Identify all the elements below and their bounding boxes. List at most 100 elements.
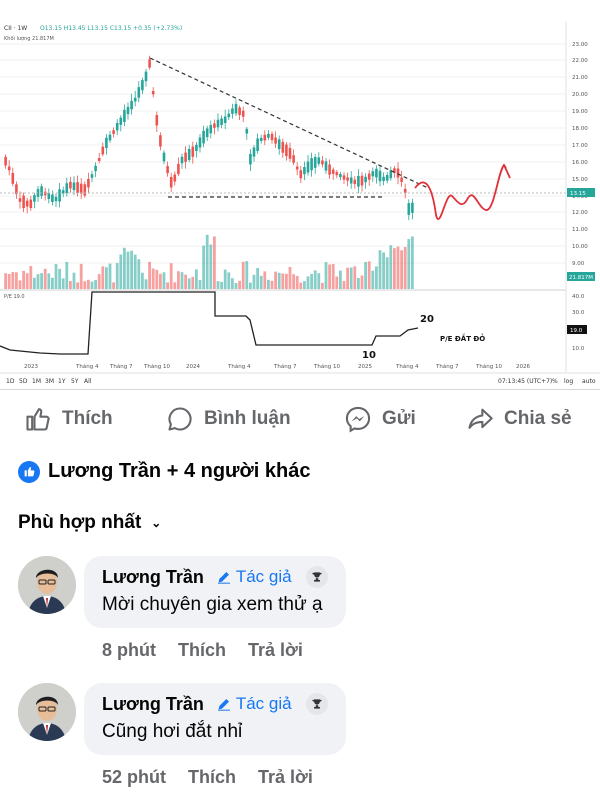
candle-body [324, 161, 328, 171]
volume-bar [169, 263, 173, 289]
candle-body [51, 194, 54, 203]
comment-author[interactable]: Lương Trần [102, 694, 204, 715]
volume-bar [234, 282, 238, 289]
candle-body [342, 175, 346, 180]
volume-bar [256, 268, 259, 289]
candle-body [202, 130, 205, 144]
candle-body [299, 170, 303, 179]
comment-item: Lương Trần Tác giả Cũng hơi đắt nhỉ 52 p… [18, 683, 598, 793]
candle-body [234, 103, 238, 114]
comment-author[interactable]: Lương Trần [102, 567, 204, 588]
candle-body [335, 172, 339, 176]
candle-body [184, 152, 187, 162]
chart-setting-button[interactable]: log [564, 378, 573, 385]
like-button[interactable]: Thích [24, 398, 113, 440]
volume-bar [126, 251, 130, 289]
timeframe-button[interactable]: 5D [19, 378, 28, 385]
timeframe-button[interactable]: 3M [45, 378, 54, 385]
chart-symbol: CII · 1W [4, 25, 27, 32]
candle-body [22, 195, 25, 209]
candle-body [259, 137, 263, 141]
chart-ohlc: O13.15 H13.45 L13.15 C13.15 +0.35 (+2.73… [40, 25, 182, 32]
pe-annotation-20: 20 [420, 314, 434, 325]
avatar[interactable] [18, 556, 76, 614]
stock-chart[interactable]: CII · 1W O13.15 H13.45 L13.15 C13.15 +0.… [0, 0, 600, 390]
volume-bar [202, 245, 205, 289]
comment-button[interactable]: Bình luận [166, 398, 291, 440]
timeframe-button[interactable]: 1D [6, 378, 15, 385]
candle-body [292, 155, 295, 163]
candle-body [385, 175, 389, 181]
timeframe-button[interactable]: 1M [32, 378, 41, 385]
comment-time[interactable]: 52 phút [102, 767, 166, 788]
volume-bar [277, 272, 281, 289]
chart-setting-button[interactable]: 07:13:45 (UTC+7) [498, 378, 552, 385]
comment-reply-button[interactable]: Trả lời [248, 640, 303, 661]
volume-bar [65, 261, 69, 289]
candle-body [223, 116, 227, 123]
volume-bar [54, 264, 58, 289]
share-button[interactable]: Chia sẻ [466, 398, 572, 440]
x-tick-label: Tháng 10 [143, 363, 170, 370]
candle-body [112, 130, 115, 134]
reaction-summary[interactable]: Lương Trần + 4 người khác [18, 460, 310, 483]
volume-bar [375, 266, 378, 289]
send-label: Gửi [382, 408, 416, 429]
comment-item: Lương Trần Tác giả Mời chuyên gia xem th… [18, 556, 598, 666]
current-volume-tag: 21.817M [569, 275, 593, 281]
timeframe-button[interactable]: 1Y [58, 378, 66, 385]
comment-like-button[interactable]: Thích [178, 640, 226, 661]
volume-bar [137, 259, 141, 289]
trophy-icon [305, 693, 328, 715]
comment-sort-dropdown[interactable]: Phù hợp nhất ⌄ [18, 512, 161, 534]
candle-body [227, 113, 231, 118]
candle-body [87, 179, 90, 188]
volume-bar [108, 263, 112, 289]
volume-bar [389, 245, 393, 289]
volume-bar [123, 247, 126, 289]
x-tick-label: 2024 [186, 364, 200, 370]
like-label: Thích [62, 408, 113, 429]
price-tick-label: 22.00 [572, 58, 588, 64]
messenger-icon [345, 406, 371, 433]
candle-body [105, 137, 108, 149]
sort-label: Phù hợp nhất [18, 512, 142, 533]
avatar[interactable] [18, 683, 76, 741]
pe-tick-label: 10.0 [572, 346, 585, 352]
chart-setting-button[interactable]: auto [582, 378, 596, 385]
send-button[interactable]: Gửi [344, 398, 416, 440]
comment-time[interactable]: 8 phút [102, 640, 156, 661]
volume-bar [231, 278, 234, 289]
chart-setting-button[interactable]: % [552, 378, 558, 385]
candle-body [339, 173, 342, 178]
volume-bar [209, 244, 213, 289]
candle-body [303, 166, 306, 175]
volume-bar [25, 273, 29, 289]
candle-body [367, 173, 371, 180]
volume-label: Khối lượng 21.817M [4, 35, 54, 42]
candle-body [173, 174, 177, 182]
chart-svg[interactable]: CII · 1W O13.15 H13.45 L13.15 C13.15 +0.… [0, 0, 600, 390]
candle-body [205, 128, 209, 138]
volume-bar [378, 250, 382, 289]
timeframe-button[interactable]: All [84, 378, 92, 385]
current-price-tag: 13.15 [570, 191, 586, 197]
candle-body [187, 148, 191, 160]
comment-like-button[interactable]: Thích [188, 767, 236, 788]
price-tick-label: 20.00 [572, 92, 588, 98]
candle-body [126, 106, 130, 115]
pe-line [0, 291, 419, 355]
candle-body [245, 128, 249, 134]
comment-reply-button[interactable]: Trả lời [258, 767, 313, 788]
volume-bar [101, 266, 105, 289]
price-tick-label: 12.00 [572, 210, 588, 216]
candle-body [115, 123, 119, 131]
volume-bar [403, 246, 407, 289]
candle-body [267, 133, 270, 138]
candle-body [25, 200, 29, 207]
candle-body [310, 158, 313, 171]
candle-body [195, 144, 198, 152]
timeframe-button[interactable]: 5Y [71, 378, 79, 385]
candle-body [58, 189, 61, 202]
pencil-icon [217, 699, 230, 711]
